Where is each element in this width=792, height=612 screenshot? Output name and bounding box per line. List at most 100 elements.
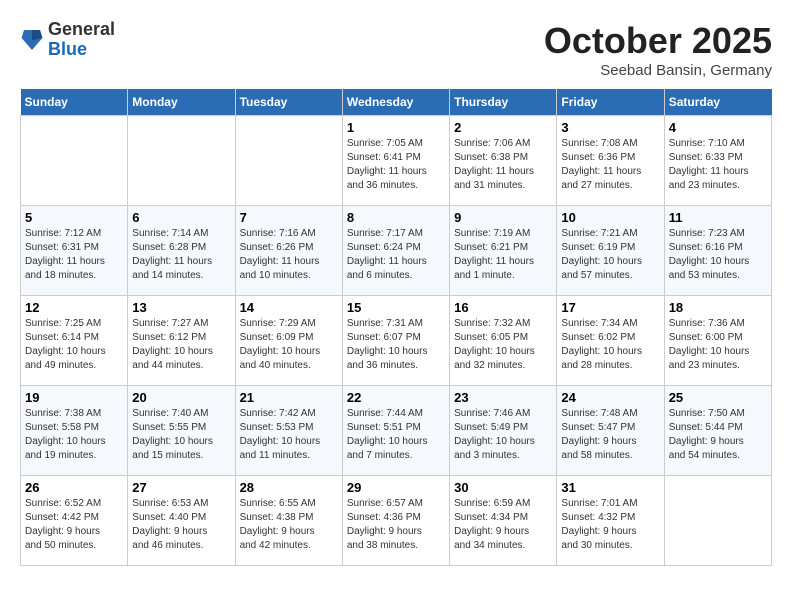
day-number: 25 <box>669 390 767 405</box>
day-info: Sunrise: 7:40 AM Sunset: 5:55 PM Dayligh… <box>132 407 230 463</box>
day-cell: 4 Sunrise: 7:10 AM Sunset: 6:33 PM Daylig… <box>664 116 771 206</box>
week-row-1: 1 Sunrise: 7:05 AM Sunset: 6:41 PM Daylig… <box>21 116 772 206</box>
day-info: Sunrise: 7:14 AM Sunset: 6:28 PM Dayligh… <box>132 227 230 283</box>
day-info: Sunrise: 7:21 AM Sunset: 6:19 PM Dayligh… <box>561 227 659 283</box>
day-info: Sunrise: 6:59 AM Sunset: 4:34 PM Dayligh… <box>454 497 552 553</box>
day-number: 7 <box>240 210 338 225</box>
day-info: Sunrise: 7:05 AM Sunset: 6:41 PM Dayligh… <box>347 137 445 193</box>
day-info: Sunrise: 7:12 AM Sunset: 6:31 PM Dayligh… <box>25 227 123 283</box>
header-cell-thursday: Thursday <box>450 89 557 116</box>
logo-icon <box>20 26 44 54</box>
header-cell-saturday: Saturday <box>664 89 771 116</box>
day-info: Sunrise: 7:34 AM Sunset: 6:02 PM Dayligh… <box>561 317 659 373</box>
day-cell: 6 Sunrise: 7:14 AM Sunset: 6:28 PM Daylig… <box>128 206 235 296</box>
day-number: 30 <box>454 480 552 495</box>
day-cell: 16Sunrise: 7:32 AM Sunset: 6:05 PM Dayli… <box>450 296 557 386</box>
day-cell: 19 Sunrise: 7:38 AM Sunset: 5:58 PM Dayli… <box>21 386 128 476</box>
day-cell: 14 Sunrise: 7:29 AM Sunset: 6:09 PM Dayli… <box>235 296 342 386</box>
day-cell <box>21 116 128 206</box>
day-info: Sunrise: 6:52 AM Sunset: 4:42 PM Dayligh… <box>25 497 123 553</box>
day-number: 8 <box>347 210 445 225</box>
day-number: 20 <box>132 390 230 405</box>
day-number: 17 <box>561 300 659 315</box>
day-number: 31 <box>561 480 659 495</box>
day-info: Sunrise: 7:38 AM Sunset: 5:58 PM Dayligh… <box>25 407 123 463</box>
week-row-4: 19 Sunrise: 7:38 AM Sunset: 5:58 PM Dayli… <box>21 386 772 476</box>
header-cell-sunday: Sunday <box>21 89 128 116</box>
day-cell: 25 Sunrise: 7:50 AM Sunset: 5:44 PM Dayli… <box>664 386 771 476</box>
day-number: 15 <box>347 300 445 315</box>
day-cell: 22Sunrise: 7:44 AM Sunset: 5:51 PM Dayli… <box>342 386 449 476</box>
logo: General Blue <box>20 20 115 60</box>
day-info: Sunrise: 7:50 AM Sunset: 5:44 PM Dayligh… <box>669 407 767 463</box>
day-number: 3 <box>561 120 659 135</box>
day-number: 21 <box>240 390 338 405</box>
day-cell: 7 Sunrise: 7:16 AM Sunset: 6:26 PM Daylig… <box>235 206 342 296</box>
day-info: Sunrise: 6:55 AM Sunset: 4:38 PM Dayligh… <box>240 497 338 553</box>
day-cell: 10Sunrise: 7:21 AM Sunset: 6:19 PM Dayli… <box>557 206 664 296</box>
day-number: 11 <box>669 210 767 225</box>
day-cell <box>128 116 235 206</box>
day-cell: 12Sunrise: 7:25 AM Sunset: 6:14 PM Dayli… <box>21 296 128 386</box>
day-info: Sunrise: 7:48 AM Sunset: 5:47 PM Dayligh… <box>561 407 659 463</box>
day-number: 29 <box>347 480 445 495</box>
day-number: 9 <box>454 210 552 225</box>
day-cell: 17 Sunrise: 7:34 AM Sunset: 6:02 PM Dayli… <box>557 296 664 386</box>
day-cell: 20 Sunrise: 7:40 AM Sunset: 5:55 PM Dayli… <box>128 386 235 476</box>
day-info: Sunrise: 7:31 AM Sunset: 6:07 PM Dayligh… <box>347 317 445 373</box>
day-info: Sunrise: 7:29 AM Sunset: 6:09 PM Dayligh… <box>240 317 338 373</box>
title-block: October 2025 Seebad Bansin, Germany <box>544 20 772 79</box>
day-info: Sunrise: 7:44 AM Sunset: 5:51 PM Dayligh… <box>347 407 445 463</box>
day-cell: 8 Sunrise: 7:17 AM Sunset: 6:24 PM Daylig… <box>342 206 449 296</box>
day-info: Sunrise: 7:42 AM Sunset: 5:53 PM Dayligh… <box>240 407 338 463</box>
header-row: SundayMondayTuesdayWednesdayThursdayFrid… <box>21 89 772 116</box>
logo-general-text: General <box>48 20 115 40</box>
header-cell-wednesday: Wednesday <box>342 89 449 116</box>
day-number: 19 <box>25 390 123 405</box>
week-row-2: 5 Sunrise: 7:12 AM Sunset: 6:31 PM Daylig… <box>21 206 772 296</box>
day-info: Sunrise: 7:32 AM Sunset: 6:05 PM Dayligh… <box>454 317 552 373</box>
day-cell <box>235 116 342 206</box>
day-cell: 5 Sunrise: 7:12 AM Sunset: 6:31 PM Daylig… <box>21 206 128 296</box>
month-title: October 2025 <box>544 20 772 62</box>
location-text: Seebad Bansin, Germany <box>544 62 772 79</box>
calendar-table: SundayMondayTuesdayWednesdayThursdayFrid… <box>20 89 772 566</box>
day-info: Sunrise: 6:57 AM Sunset: 4:36 PM Dayligh… <box>347 497 445 553</box>
day-cell: 21 Sunrise: 7:42 AM Sunset: 5:53 PM Dayli… <box>235 386 342 476</box>
day-cell: 3 Sunrise: 7:08 AM Sunset: 6:36 PM Daylig… <box>557 116 664 206</box>
day-info: Sunrise: 7:19 AM Sunset: 6:21 PM Dayligh… <box>454 227 552 283</box>
day-cell: 30 Sunrise: 6:59 AM Sunset: 4:34 PM Dayli… <box>450 476 557 566</box>
day-number: 5 <box>25 210 123 225</box>
day-cell <box>664 476 771 566</box>
day-info: Sunrise: 7:27 AM Sunset: 6:12 PM Dayligh… <box>132 317 230 373</box>
day-cell: 13Sunrise: 7:27 AM Sunset: 6:12 PM Dayli… <box>128 296 235 386</box>
day-number: 23 <box>454 390 552 405</box>
day-info: Sunrise: 7:25 AM Sunset: 6:14 PM Dayligh… <box>25 317 123 373</box>
day-number: 4 <box>669 120 767 135</box>
day-info: Sunrise: 7:10 AM Sunset: 6:33 PM Dayligh… <box>669 137 767 193</box>
day-number: 14 <box>240 300 338 315</box>
page-header: General Blue October 2025 Seebad Bansin,… <box>20 20 772 79</box>
week-row-3: 12Sunrise: 7:25 AM Sunset: 6:14 PM Dayli… <box>21 296 772 386</box>
day-cell: 27Sunrise: 6:53 AM Sunset: 4:40 PM Dayli… <box>128 476 235 566</box>
day-cell: 26Sunrise: 6:52 AM Sunset: 4:42 PM Dayli… <box>21 476 128 566</box>
day-info: Sunrise: 7:06 AM Sunset: 6:38 PM Dayligh… <box>454 137 552 193</box>
day-info: Sunrise: 7:16 AM Sunset: 6:26 PM Dayligh… <box>240 227 338 283</box>
day-cell: 18 Sunrise: 7:36 AM Sunset: 6:00 PM Dayli… <box>664 296 771 386</box>
day-number: 18 <box>669 300 767 315</box>
day-info: Sunrise: 7:23 AM Sunset: 6:16 PM Dayligh… <box>669 227 767 283</box>
day-info: Sunrise: 7:01 AM Sunset: 4:32 PM Dayligh… <box>561 497 659 553</box>
day-info: Sunrise: 7:08 AM Sunset: 6:36 PM Dayligh… <box>561 137 659 193</box>
day-cell: 23Sunrise: 7:46 AM Sunset: 5:49 PM Dayli… <box>450 386 557 476</box>
day-info: Sunrise: 7:36 AM Sunset: 6:00 PM Dayligh… <box>669 317 767 373</box>
day-number: 24 <box>561 390 659 405</box>
day-number: 2 <box>454 120 552 135</box>
day-number: 6 <box>132 210 230 225</box>
day-info: Sunrise: 7:17 AM Sunset: 6:24 PM Dayligh… <box>347 227 445 283</box>
day-number: 28 <box>240 480 338 495</box>
day-number: 1 <box>347 120 445 135</box>
header-cell-friday: Friday <box>557 89 664 116</box>
day-cell: 9 Sunrise: 7:19 AM Sunset: 6:21 PM Daylig… <box>450 206 557 296</box>
day-cell: 24 Sunrise: 7:48 AM Sunset: 5:47 PM Dayli… <box>557 386 664 476</box>
header-cell-monday: Monday <box>128 89 235 116</box>
